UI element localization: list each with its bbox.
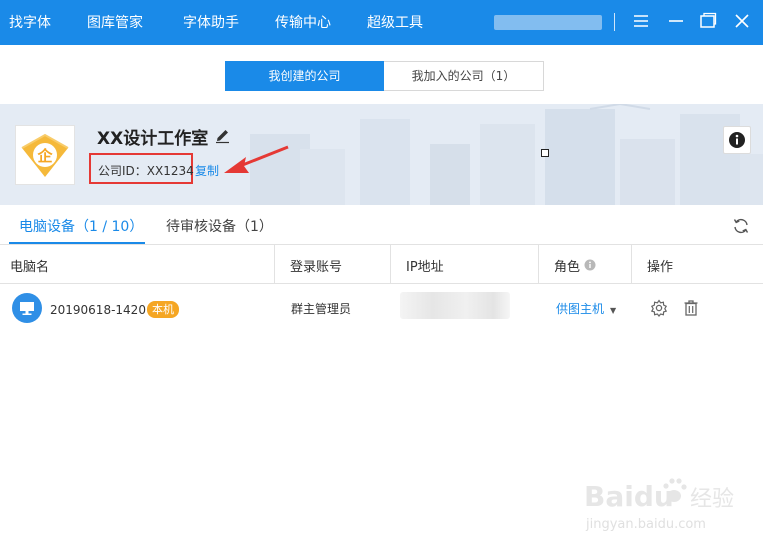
computer-name: 20190618-1420: [50, 303, 146, 317]
menu-icon[interactable]: [630, 10, 652, 32]
minimize-icon[interactable]: [665, 10, 687, 32]
role-dropdown[interactable]: 供图主机 ▼: [556, 300, 616, 317]
nav-super-tools[interactable]: 超级工具: [367, 12, 423, 32]
company-tabs: 我创建的公司 我加入的公司（1）: [225, 61, 544, 91]
edit-pencil-icon[interactable]: [214, 127, 231, 144]
nav-transfer-center[interactable]: 传输中心: [275, 12, 331, 32]
table-header-border: [0, 283, 763, 284]
column-header-role: 角色: [554, 260, 581, 275]
computer-icon: [12, 293, 42, 323]
nav-divider: [614, 13, 615, 31]
ip-address-blurred: [400, 292, 510, 319]
annotation-arrow: [224, 145, 289, 173]
column-header-actions: 操作: [647, 260, 674, 275]
column-divider: [538, 245, 539, 283]
column-divider: [631, 245, 632, 283]
settings-gear-icon[interactable]: [649, 298, 669, 318]
delete-trash-icon[interactable]: [681, 298, 701, 318]
tab-pending-devices[interactable]: 待审核设备（1）: [166, 216, 273, 236]
watermark-brand-cn: 经验: [690, 487, 734, 512]
close-icon[interactable]: [731, 10, 753, 32]
nav-find-font[interactable]: 找字体: [9, 12, 51, 32]
watermark-brand: Baidu: [584, 480, 674, 513]
watermark-url: jingyan.baidu.com: [585, 517, 706, 532]
table-top-border: [0, 244, 763, 245]
role-value: 供图主机: [556, 302, 605, 316]
info-icon[interactable]: [723, 126, 751, 154]
company-name: XX设计工作室: [97, 129, 209, 149]
baidu-jingyan-watermark: Baidu 经验 jingyan.baidu.com: [582, 466, 742, 536]
resize-handle[interactable]: [541, 149, 549, 157]
refresh-icon[interactable]: [731, 216, 751, 236]
this-machine-badge: 本机: [147, 301, 179, 318]
chevron-down-icon: ▼: [610, 306, 617, 315]
column-header-computer-name: 电脑名: [10, 260, 50, 275]
column-divider: [274, 245, 275, 283]
column-divider: [390, 245, 391, 283]
copy-id-link[interactable]: 复制: [195, 162, 219, 179]
maximize-icon[interactable]: [697, 10, 719, 32]
column-header-login-account: 登录账号: [290, 260, 343, 275]
column-header-ip-address: IP地址: [406, 260, 444, 275]
role-help-icon[interactable]: [584, 259, 596, 271]
top-nav-bar: 找字体 图库管家 字体助手 传输中心 超级工具: [0, 0, 763, 45]
blurred-user-info: [494, 15, 602, 30]
tab-my-joined-companies[interactable]: 我加入的公司（1）: [384, 61, 544, 91]
login-account: 群主管理员: [291, 302, 352, 316]
nav-font-assistant[interactable]: 字体助手: [183, 12, 239, 32]
company-id: 公司ID：XX1234: [98, 164, 194, 178]
nav-gallery-manager[interactable]: 图库管家: [87, 12, 143, 32]
company-logo: 企: [15, 125, 75, 185]
tab-my-created-companies[interactable]: 我创建的公司: [225, 61, 384, 91]
logo-char: 企: [36, 147, 53, 165]
tab-computer-devices[interactable]: 电脑设备（1 / 10）: [19, 216, 143, 236]
